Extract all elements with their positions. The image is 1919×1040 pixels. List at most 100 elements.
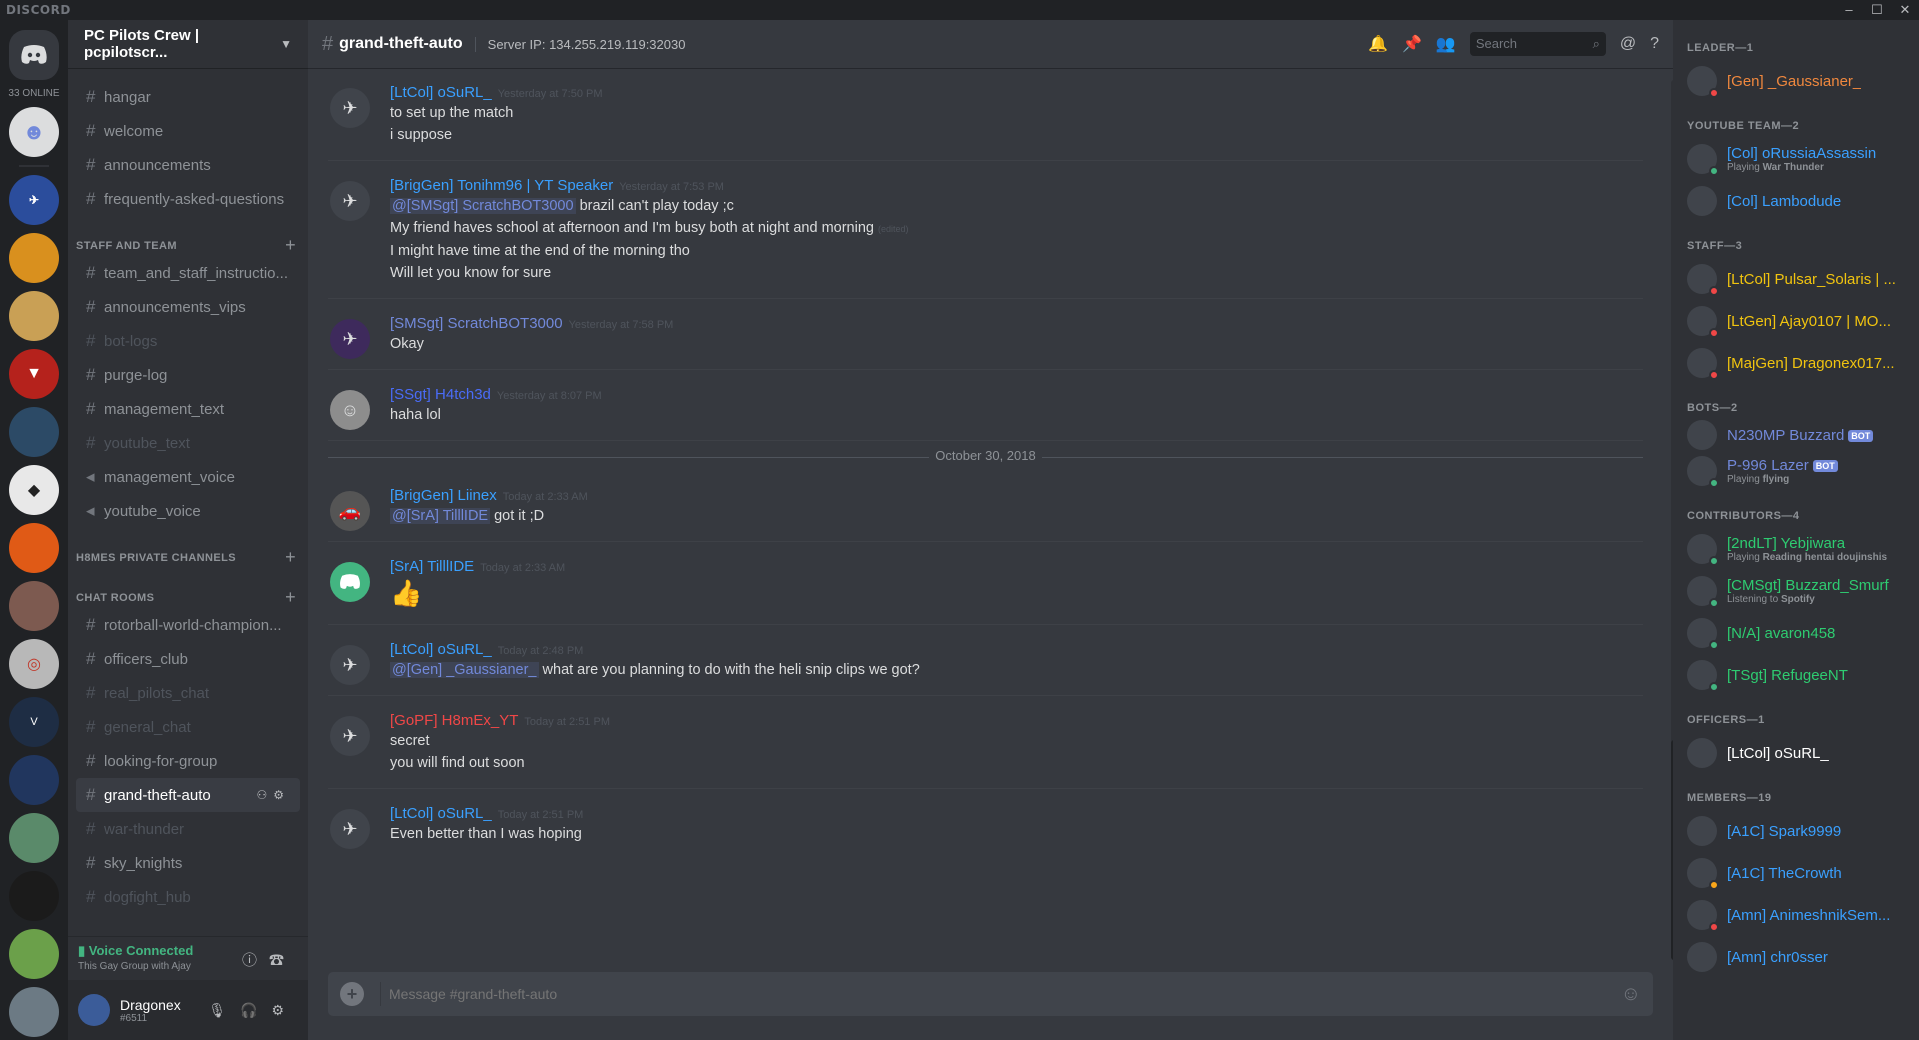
headphones-icon[interactable]: 🎧 <box>240 1002 271 1018</box>
member-item[interactable]: [2ndLT] Yebjiwara Playing Reading hentai … <box>1687 528 1909 570</box>
message-author[interactable]: [LtCol] oSuRL_ <box>390 641 492 658</box>
add-channel-icon[interactable]: + <box>285 548 296 566</box>
member-item[interactable]: [Gen] _Gaussianer_ <box>1687 60 1909 102</box>
search-input[interactable]: Search ⌕ <box>1469 32 1606 56</box>
server-10[interactable]: V <box>9 697 59 747</box>
member-item[interactable]: N230MP Buzzard BOT <box>1687 420 1909 450</box>
member-item[interactable]: [TSgt] RefugeeNT <box>1687 654 1909 696</box>
message-author[interactable]: [SMSgt] ScratchBOT3000 <box>390 315 563 332</box>
channel-announcements-vips[interactable]: # announcements_vips <box>76 290 300 324</box>
message-author[interactable]: [SSgt] H4tch3d <box>390 386 491 403</box>
member-item[interactable]: [A1C] TheCrowth <box>1687 852 1909 894</box>
category-chat-rooms[interactable]: CHAT ROOMS + <box>68 578 308 608</box>
message-author[interactable]: [BrigGen] Liinex <box>390 487 497 504</box>
avatar[interactable] <box>330 562 370 602</box>
server-6[interactable]: ◆ <box>9 465 59 515</box>
member-item[interactable]: [MajGen] Dragonex017... <box>1687 342 1909 384</box>
avatar[interactable] <box>78 994 110 1026</box>
member-item[interactable]: [Col] Lambodude <box>1687 180 1909 222</box>
avatar[interactable]: ✈ <box>330 716 370 756</box>
message-author[interactable]: [SrA] TilllIDE <box>390 558 474 575</box>
channel-dogfight-hub[interactable]: # dogfight_hub <box>76 880 300 914</box>
upload-button[interactable]: + <box>340 982 364 1006</box>
server-9[interactable]: ◎ <box>9 639 59 689</box>
member-item[interactable]: [Amn] AnimeshnikSem... <box>1687 894 1909 936</box>
help-icon[interactable]: ? <box>1650 35 1659 53</box>
channel-sky-knights[interactable]: # sky_knights <box>76 846 300 880</box>
server-5[interactable] <box>9 407 59 457</box>
channel-team-staff-instructions[interactable]: # team_and_staff_instructio... <box>76 256 300 290</box>
user-mention[interactable]: @[SrA] TilllIDE <box>390 508 491 524</box>
server-7[interactable] <box>9 523 59 573</box>
member-item[interactable]: P-996 Lazer BOT Playing flying <box>1687 450 1909 492</box>
server-8[interactable] <box>9 581 59 631</box>
channel-hangar[interactable]: # hangar <box>76 80 300 114</box>
channel-bot-logs[interactable]: # bot-logs <box>76 324 300 358</box>
channel-general-chat[interactable]: # general_chat <box>76 710 300 744</box>
microphone-icon[interactable]: 🎙 <box>208 1002 240 1018</box>
avatar[interactable]: ✈ <box>330 181 370 221</box>
channel-rotorball[interactable]: # rotorball-world-champion... <box>76 608 300 642</box>
channel-management-voice[interactable]: ◂ management_voice <box>76 460 300 494</box>
disconnect-icon[interactable]: ☎ <box>269 952 296 969</box>
gear-icon[interactable]: ⚙ <box>273 788 290 802</box>
invite-icon[interactable]: ⚇ <box>256 788 273 802</box>
minimize-icon[interactable]: – <box>1835 0 1863 20</box>
channel-announcements[interactable]: # announcements <box>76 148 300 182</box>
pin-icon[interactable]: 📌 <box>1402 34 1422 54</box>
channel-looking-for-group[interactable]: # looking-for-group <box>76 744 300 778</box>
server-13[interactable] <box>9 871 59 921</box>
category-staff[interactable]: STAFF AND TEAM + <box>68 226 308 256</box>
avatar[interactable]: ☺ <box>330 390 370 430</box>
avatar[interactable]: ✈ <box>330 809 370 849</box>
member-item[interactable]: [Col] oRussiaAssassin Playing War Thunder <box>1687 138 1909 180</box>
member-item[interactable]: [Amn] chr0sser <box>1687 936 1909 978</box>
member-item[interactable]: [A1C] Spark9999 <box>1687 810 1909 852</box>
category-h8mes[interactable]: H8MES PRIVATE CHANNELS + <box>68 538 308 568</box>
user-mention[interactable]: @[Gen] _Gaussianer_ <box>390 662 539 678</box>
message-input[interactable] <box>380 982 1621 1006</box>
add-channel-icon[interactable]: + <box>285 236 296 254</box>
maximize-icon[interactable]: ☐ <box>1863 0 1891 20</box>
server-pc-pilots[interactable]: ✈ <box>9 175 59 225</box>
server-2[interactable] <box>9 233 59 283</box>
channel-faq[interactable]: # frequently-asked-questions <box>76 182 300 216</box>
member-item[interactable]: [LtCol] oSuRL_ <box>1687 732 1909 774</box>
message-author[interactable]: [GoPF] H8mEx_YT <box>390 712 518 729</box>
members-icon[interactable]: 👥 <box>1436 34 1456 54</box>
message-author[interactable]: [BrigGen] Tonihm96 | YT Speaker <box>390 177 613 194</box>
server-3[interactable] <box>9 291 59 341</box>
channel-management-text[interactable]: # management_text <box>76 392 300 426</box>
avatar[interactable]: ✈ <box>330 319 370 359</box>
gear-icon[interactable]: ⚙ <box>271 1002 298 1018</box>
server-14[interactable] <box>9 929 59 979</box>
message-author[interactable]: [LtCol] oSuRL_ <box>390 84 492 101</box>
channel-purge-log[interactable]: # purge-log <box>76 358 300 392</box>
channel-welcome[interactable]: # welcome <box>76 114 300 148</box>
channel-youtube-voice[interactable]: ◂ youtube_voice <box>76 494 300 528</box>
member-item[interactable]: [N/A] avaron458 <box>1687 612 1909 654</box>
server-4[interactable]: ▼ <box>9 349 59 399</box>
info-icon[interactable]: ⓘ <box>242 952 269 969</box>
server-15[interactable] <box>9 987 59 1037</box>
close-icon[interactable]: ✕ <box>1891 0 1919 20</box>
member-item[interactable]: [LtGen] Ajay0107 | MO... <box>1687 300 1909 342</box>
channel-youtube-text[interactable]: # youtube_text <box>76 426 300 460</box>
member-item[interactable]: [CMSgt] Buzzard_Smurf Listening to Spotif… <box>1687 570 1909 612</box>
guild-header[interactable]: PC Pilots Crew | pcpilotscr... ▼ <box>68 20 308 68</box>
user-mention[interactable]: @[SMSgt] ScratchBOT3000 <box>390 198 576 214</box>
mention-icon[interactable]: @ <box>1620 35 1636 53</box>
add-channel-icon[interactable]: + <box>285 588 296 606</box>
channel-real-pilots-chat[interactable]: # real_pilots_chat <box>76 676 300 710</box>
server-11[interactable] <box>9 755 59 805</box>
emoji-picker-icon[interactable]: ☺ <box>1621 983 1641 1006</box>
member-item[interactable]: [LtCol] Pulsar_Solaris | ... <box>1687 258 1909 300</box>
chevron-down-icon[interactable]: ▼ <box>280 37 292 51</box>
channel-grand-theft-auto[interactable]: # grand-theft-auto ⚇⚙ <box>76 778 300 812</box>
avatar[interactable]: ✈ <box>330 88 370 128</box>
avatar[interactable]: 🚗 <box>330 491 370 531</box>
channel-war-thunder[interactable]: # war-thunder <box>76 812 300 846</box>
server-friends-voice[interactable]: ☻ <box>9 107 59 157</box>
message-author[interactable]: [LtCol] oSuRL_ <box>390 805 492 822</box>
home-button[interactable] <box>9 30 59 80</box>
